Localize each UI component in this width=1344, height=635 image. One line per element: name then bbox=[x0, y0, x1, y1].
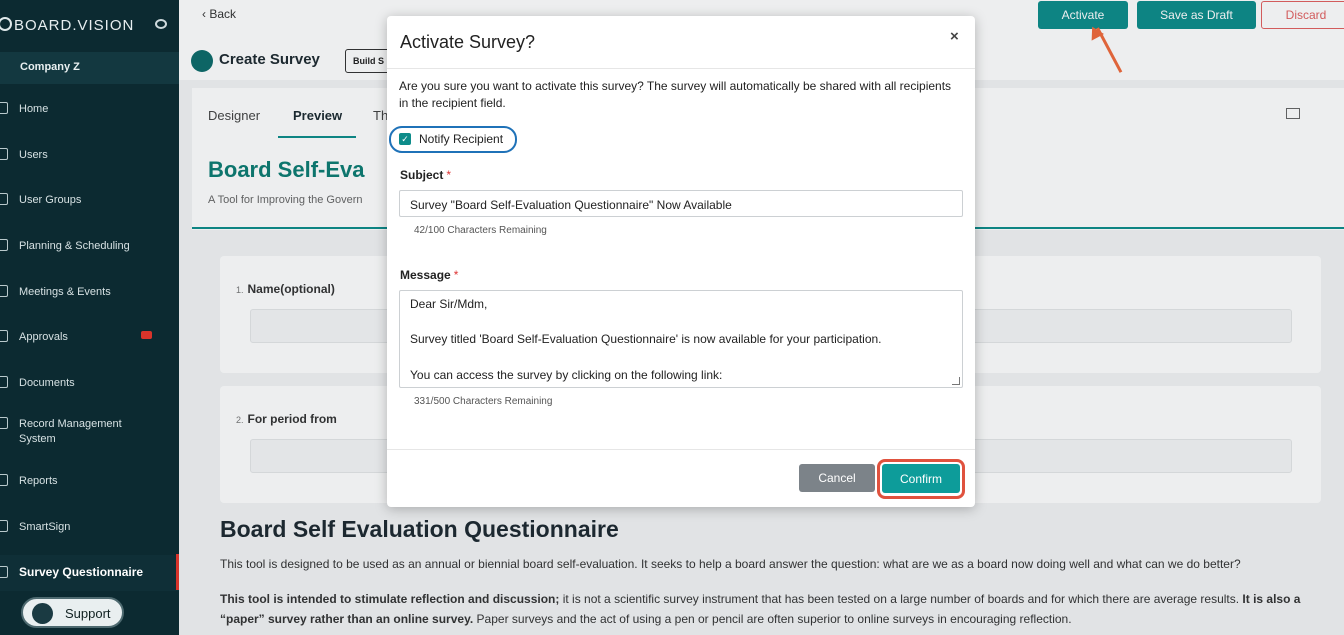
subject-label-text: Subject bbox=[400, 168, 444, 182]
sidebar-item-label: SmartSign bbox=[19, 521, 71, 533]
dialog-title: Activate Survey? bbox=[400, 32, 536, 52]
message-char-count: 331/500 Characters Remaining bbox=[414, 396, 553, 407]
sidebar-item-label: Users bbox=[19, 149, 48, 161]
dialog-divider bbox=[387, 68, 975, 69]
sidebar-item-label: Meetings & Events bbox=[19, 286, 111, 298]
resize-handle[interactable] bbox=[952, 377, 960, 385]
sidebar-item-label: Record Management System bbox=[19, 418, 122, 445]
company-selector[interactable]: Company Z bbox=[0, 52, 179, 84]
document-icon bbox=[0, 376, 8, 388]
subject-label: Subject * bbox=[400, 168, 451, 182]
record-icon bbox=[0, 417, 8, 429]
confirm-button[interactable]: Confirm bbox=[882, 464, 960, 493]
close-icon[interactable]: × bbox=[950, 28, 959, 45]
dialog-description: Are you sure you want to activate this s… bbox=[399, 79, 952, 110]
pen-icon bbox=[0, 520, 8, 532]
message-label-text: Message bbox=[400, 268, 451, 282]
notify-recipient-label[interactable]: Notify Recipient bbox=[419, 132, 503, 146]
message-line: You can access the survey by clicking on… bbox=[410, 368, 723, 382]
sidebar-item-smartsign[interactable]: SmartSign bbox=[0, 512, 179, 542]
sidebar-item-planning[interactable]: Planning & Scheduling bbox=[0, 231, 179, 261]
message-textarea[interactable]: Dear Sir/Mdm, Survey titled 'Board Self-… bbox=[399, 290, 963, 388]
support-label: Support bbox=[65, 606, 111, 621]
message-line: Survey titled 'Board Self-Evaluation Que… bbox=[410, 332, 882, 346]
sidebar: BOARD.VISION Company Z Home Users User G… bbox=[0, 0, 179, 635]
calendar-icon bbox=[0, 285, 8, 297]
eye-icon[interactable] bbox=[155, 19, 167, 29]
subject-input[interactable]: Survey "Board Self-Evaluation Questionna… bbox=[399, 190, 963, 217]
sidebar-item-survey[interactable]: Survey Questionnaire bbox=[0, 555, 179, 591]
required-mark: * bbox=[453, 268, 459, 282]
dialog-divider bbox=[387, 449, 975, 450]
sidebar-item-label: Reports bbox=[19, 475, 58, 487]
user-icon bbox=[0, 148, 8, 160]
brand[interactable]: BOARD.VISION bbox=[0, 14, 179, 38]
sidebar-item-user-groups[interactable]: User Groups bbox=[0, 185, 179, 215]
sidebar-item-documents[interactable]: Documents bbox=[0, 368, 179, 398]
sidebar-item-label: Home bbox=[19, 103, 49, 115]
users-icon bbox=[0, 193, 8, 205]
sidebar-item-label: Approvals bbox=[19, 331, 68, 343]
sidebar-item-label: Survey Questionnaire bbox=[19, 565, 144, 579]
approval-icon bbox=[0, 330, 8, 342]
home-icon bbox=[0, 102, 8, 114]
sidebar-item-home[interactable]: Home bbox=[0, 94, 179, 124]
chart-icon bbox=[0, 239, 8, 251]
sidebar-item-label: User Groups bbox=[19, 194, 82, 206]
message-line: Dear Sir/Mdm, bbox=[410, 297, 488, 311]
survey-icon bbox=[0, 566, 8, 578]
logo-icon bbox=[0, 17, 12, 31]
sidebar-item-label: Documents bbox=[19, 377, 75, 389]
sidebar-item-label: Planning & Scheduling bbox=[19, 240, 130, 252]
cancel-button[interactable]: Cancel bbox=[799, 464, 875, 492]
sidebar-item-meetings[interactable]: Meetings & Events bbox=[0, 277, 179, 307]
support-button[interactable]: Support bbox=[21, 597, 124, 628]
notification-badge bbox=[141, 331, 152, 339]
message-label: Message * bbox=[400, 268, 458, 282]
notify-recipient-checkbox[interactable]: ✓ bbox=[399, 133, 411, 145]
required-mark: * bbox=[446, 168, 452, 182]
chat-icon bbox=[32, 603, 53, 624]
sidebar-item-approvals[interactable]: Approvals bbox=[0, 322, 179, 352]
activate-survey-dialog: Activate Survey? × Are you sure you want… bbox=[387, 16, 975, 507]
subject-char-count: 42/100 Characters Remaining bbox=[414, 225, 547, 236]
report-icon bbox=[0, 474, 8, 486]
sidebar-item-records[interactable]: Record Management System bbox=[0, 409, 179, 447]
sidebar-item-reports[interactable]: Reports bbox=[0, 466, 179, 496]
brand-name: BOARD.VISION bbox=[14, 17, 135, 34]
sidebar-item-users[interactable]: Users bbox=[0, 140, 179, 170]
company-name: Company Z bbox=[20, 61, 80, 73]
